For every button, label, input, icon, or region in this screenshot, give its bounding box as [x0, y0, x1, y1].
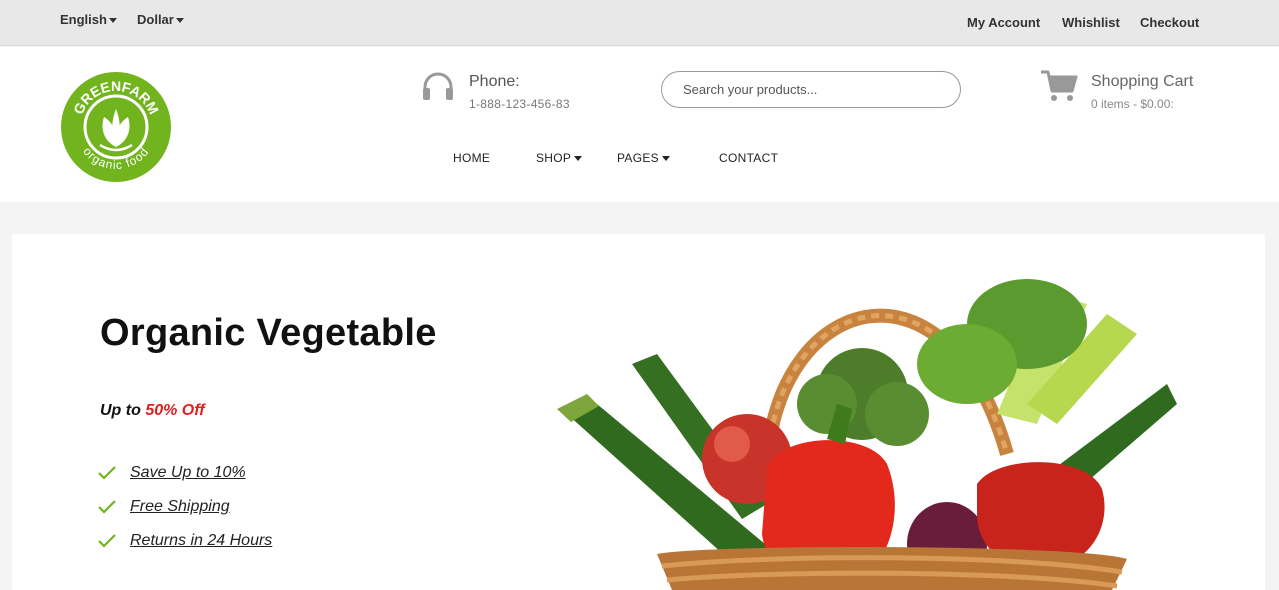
cart-summary: 0 items - $0.00:: [1091, 97, 1174, 111]
phone-number: 1-888-123-456-83: [469, 97, 570, 111]
nav-home-label: HOME: [453, 151, 491, 165]
shopping-cart-icon[interactable]: [1040, 69, 1078, 103]
nav-pages[interactable]: PAGES: [617, 151, 670, 165]
headphones-icon: [423, 72, 453, 100]
nav-shop-label: SHOP: [536, 151, 572, 165]
currency-caret-icon: [175, 18, 184, 23]
hero-banner: Organic Vegetable Up to 50% Off Save Up …: [12, 234, 1265, 590]
checkout-link[interactable]: Checkout: [1140, 15, 1199, 30]
shop-caret-icon: [574, 156, 583, 161]
feature-returns-link[interactable]: Returns in 24 Hours: [130, 532, 272, 550]
check-icon: [98, 534, 116, 548]
nav-contact-label: CONTACT: [719, 151, 779, 165]
nav-shop[interactable]: SHOP: [536, 151, 583, 165]
feature-shipping-link[interactable]: Free Shipping: [130, 498, 230, 516]
vegetable-basket-image: [557, 279, 1177, 590]
offer-highlight: 50% Off: [145, 402, 205, 419]
phone-title: Phone:: [469, 73, 520, 90]
search-input[interactable]: [661, 71, 961, 108]
offer-prefix: Up to: [100, 402, 141, 419]
nav-pages-label: PAGES: [617, 151, 659, 165]
language-label: English: [60, 12, 107, 27]
top-bar: English Dollar My Account Whishlist Chec…: [0, 0, 1279, 46]
feature-item: Save Up to 10%: [98, 456, 272, 490]
hero-offer: Up to 50% Off: [100, 402, 205, 420]
my-account-link[interactable]: My Account: [967, 15, 1040, 30]
check-icon: [98, 500, 116, 514]
feature-list: Save Up to 10% Free Shipping Returns in …: [98, 456, 272, 558]
feature-save-link[interactable]: Save Up to 10%: [130, 464, 246, 482]
check-icon: [98, 466, 116, 480]
feature-item: Free Shipping: [98, 490, 272, 524]
shopping-cart-title[interactable]: Shopping Cart: [1091, 73, 1193, 91]
site-header: GREENFARM organic food Phone: 1-888-123-…: [0, 47, 1279, 202]
pages-caret-icon: [661, 156, 670, 161]
hero-title: Organic Vegetable: [100, 312, 437, 354]
currency-dropdown[interactable]: Dollar: [137, 12, 184, 27]
language-caret-icon: [108, 18, 117, 23]
language-dropdown[interactable]: English: [60, 12, 117, 27]
wishlist-link[interactable]: Whishlist: [1062, 15, 1120, 30]
nav-contact[interactable]: CONTACT: [719, 151, 778, 165]
nav-home[interactable]: HOME: [453, 151, 490, 165]
currency-label: Dollar: [137, 12, 174, 27]
greenfarm-logo[interactable]: GREENFARM organic food: [60, 71, 172, 183]
feature-item: Returns in 24 Hours: [98, 524, 272, 558]
